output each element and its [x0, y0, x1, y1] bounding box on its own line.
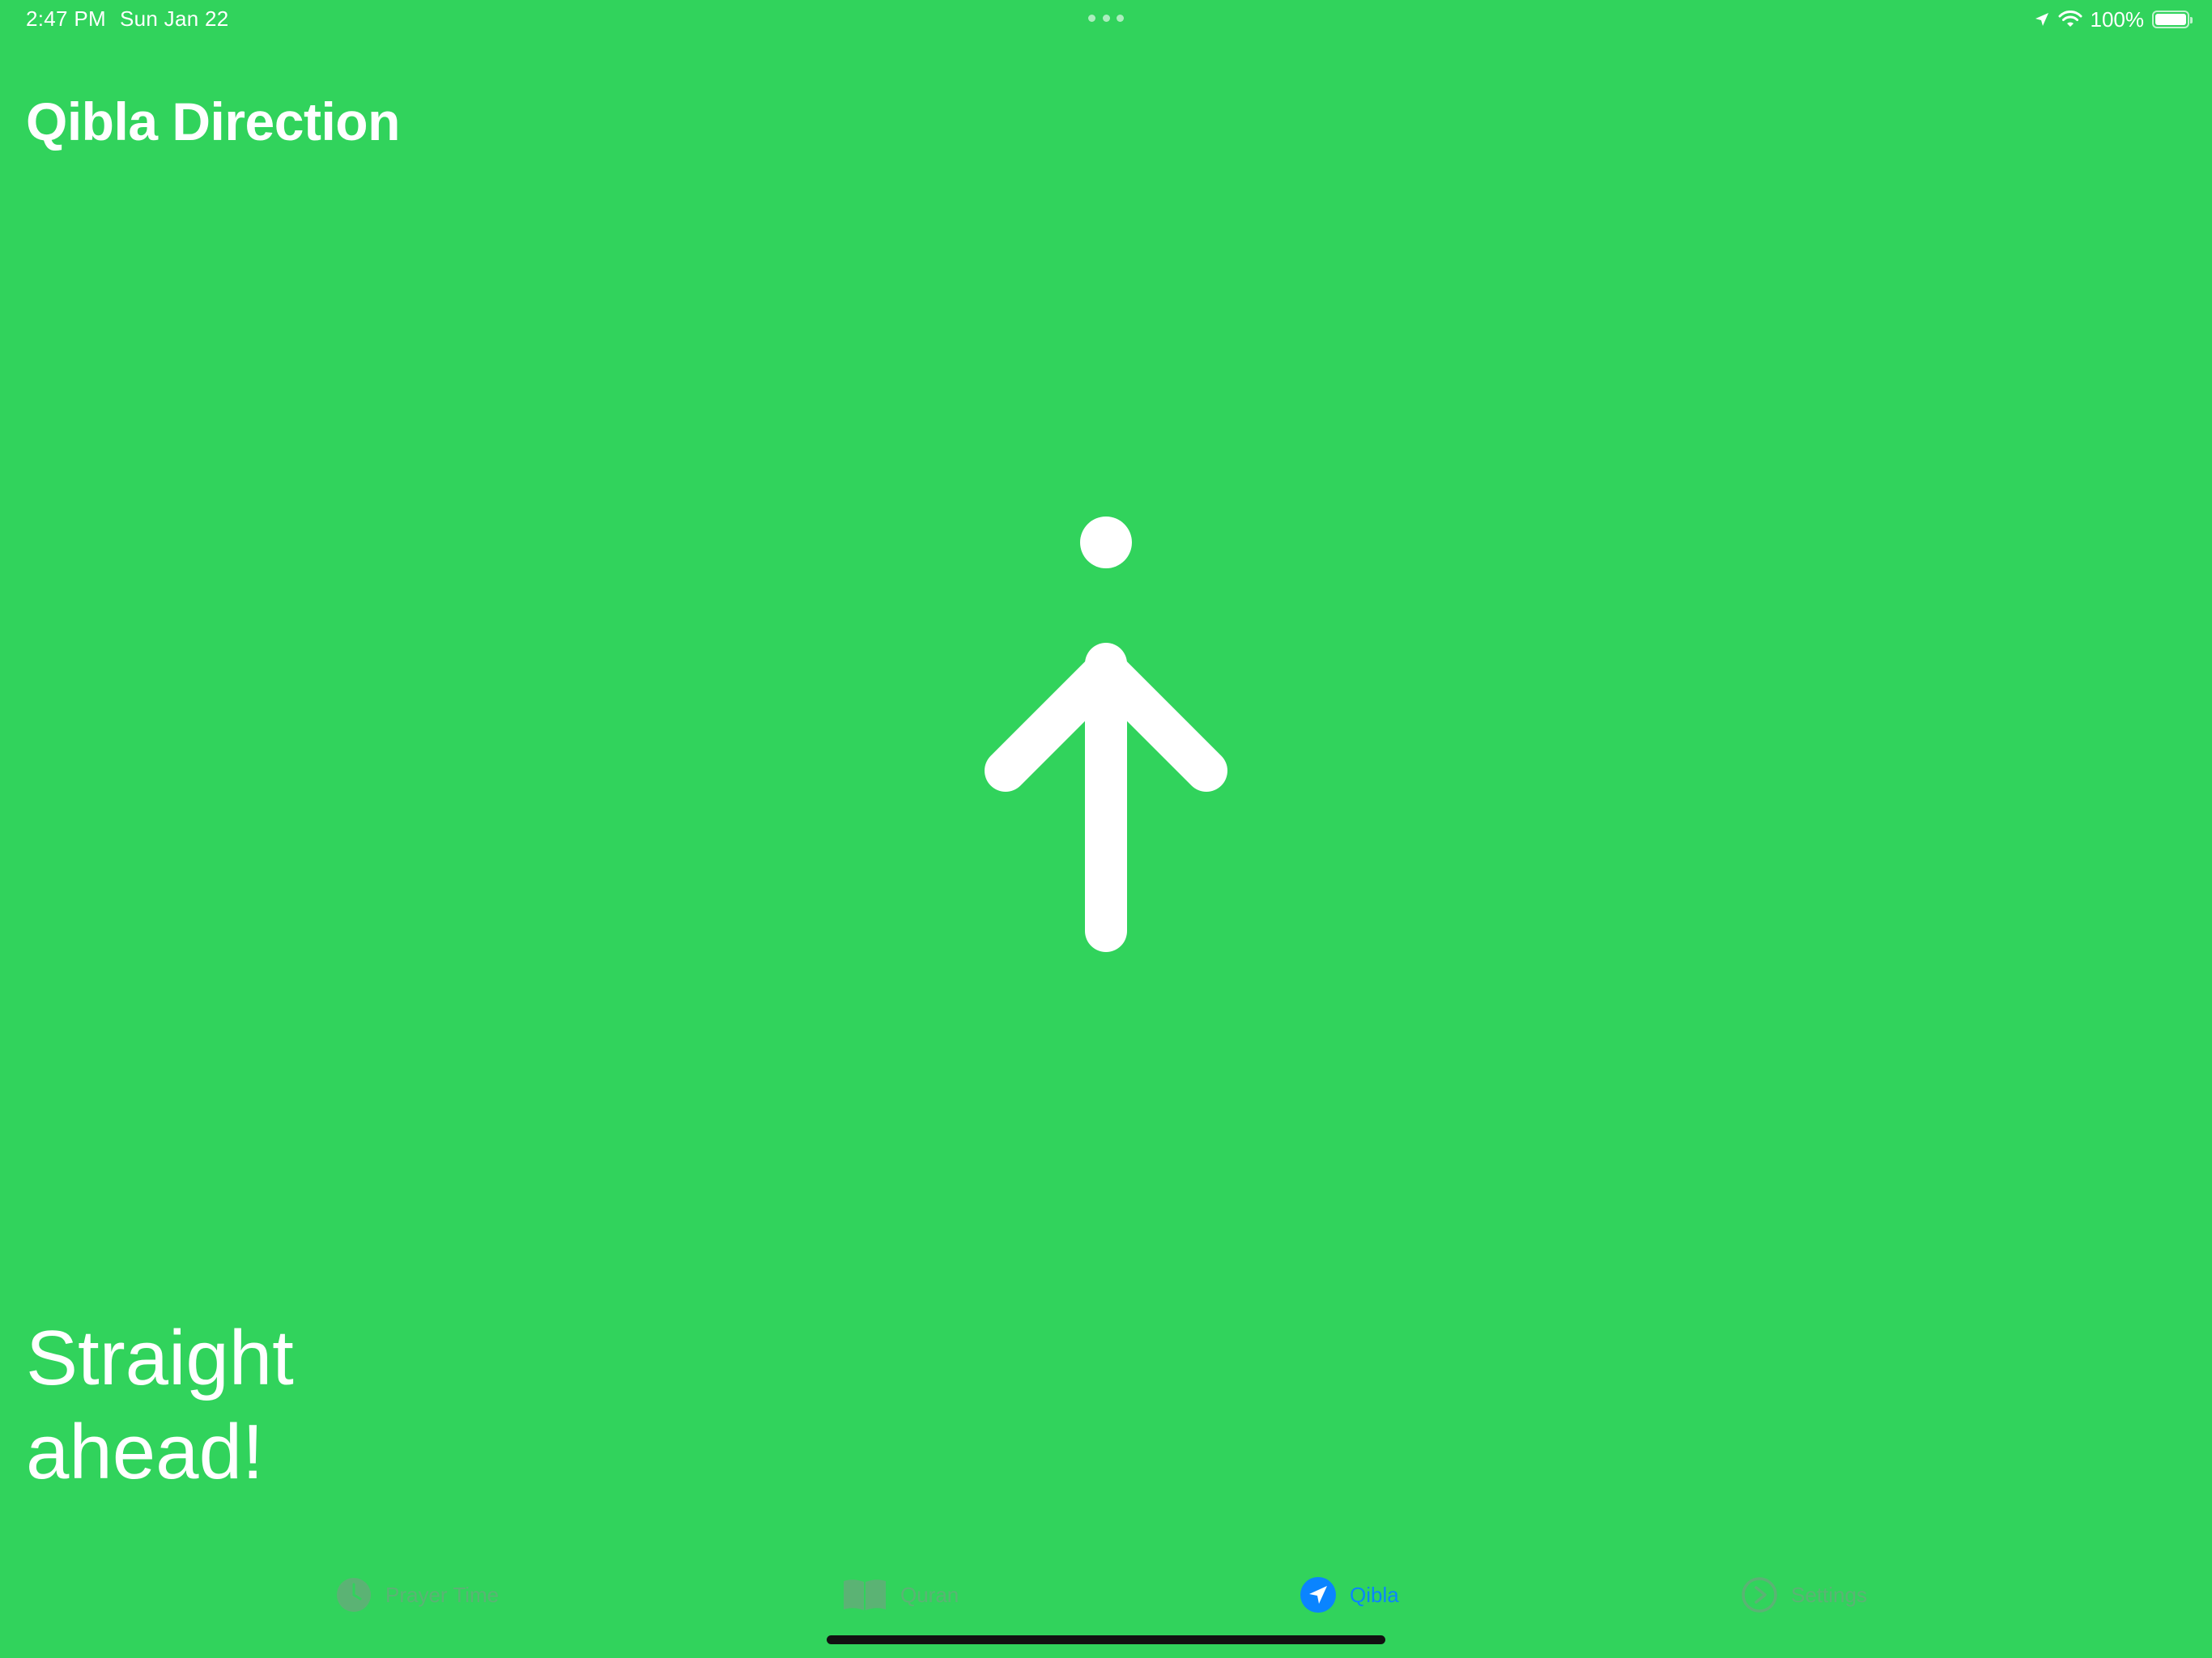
status-bar: 2:47 PM Sun Jan 22 100% — [0, 0, 2212, 39]
direction-status-text: Straight ahead! — [26, 1315, 294, 1495]
tab-prayer-time[interactable]: Prayer Time — [335, 1574, 499, 1616]
battery-percentage: 100% — [2090, 6, 2145, 32]
tab-qibla[interactable]: Qibla — [1300, 1574, 1399, 1616]
status-time: 2:47 PM — [26, 6, 106, 31]
status-date: Sun Jan 22 — [120, 6, 229, 31]
multitasking-dots-icon[interactable] — [1088, 15, 1124, 23]
tab-bar: Prayer Time Quran Qibla Settings — [0, 1562, 2212, 1627]
tab-quran[interactable]: Quran — [842, 1574, 959, 1616]
battery-level-fill — [2155, 14, 2186, 25]
tab-label: Qibla — [1350, 1582, 1399, 1607]
tab-label: Quran — [900, 1582, 959, 1607]
tab-label: Settings — [1791, 1582, 1867, 1607]
status-indicators: 100% — [2034, 5, 2193, 34]
clock-icon — [337, 1578, 371, 1612]
location-services-icon — [2035, 13, 2048, 26]
tab-label: Prayer Time — [385, 1582, 500, 1607]
location-arrow-icon — [1300, 1577, 1336, 1613]
book-icon — [844, 1579, 886, 1610]
page-title: Qibla Direction — [26, 91, 400, 151]
home-indicator[interactable] — [827, 1635, 1385, 1644]
tab-settings[interactable]: Settings — [1741, 1574, 1867, 1616]
battery-icon — [2152, 11, 2193, 28]
arrow-up-icon — [985, 517, 1227, 952]
gear-icon — [1742, 1577, 1777, 1613]
wifi-icon — [2058, 11, 2082, 27]
